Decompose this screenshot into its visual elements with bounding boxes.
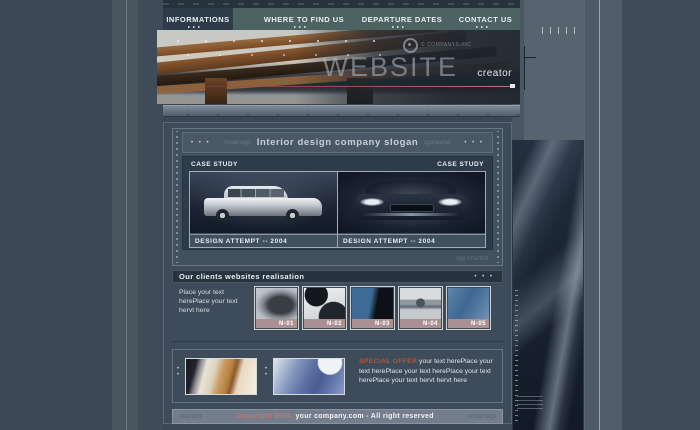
tick-marks-decoration <box>542 27 580 34</box>
slogan-bar: • • • rnuarnags Interior design company … <box>182 132 493 153</box>
nav-top-strip <box>163 0 520 8</box>
car-wheel-shape <box>216 209 229 222</box>
copyright-year: Copyright 2004, <box>236 413 293 420</box>
car-window-shape <box>228 189 284 197</box>
right-background-band-4 <box>600 0 622 430</box>
right-background-band-3 <box>585 0 599 430</box>
suv-car-image <box>190 172 337 233</box>
thumbnail-label: N-02 <box>304 319 345 328</box>
rivet-dots-decoration <box>177 40 397 42</box>
dots-decoration: • • <box>265 366 267 378</box>
thumbnail-label: N-01 <box>256 319 297 328</box>
thumbnail-label: N-05 <box>448 319 489 328</box>
decorative-microtext: wrnarnags <box>462 414 502 420</box>
left-vertical-line <box>126 0 127 430</box>
car-bumper-shape <box>362 213 460 216</box>
clients-placeholder-text: Place your text herePlace your text herv… <box>179 288 251 315</box>
measure-line-vertical <box>524 46 525 90</box>
car-front-image <box>338 172 485 233</box>
thumbnail-image <box>448 288 489 319</box>
client-thumbnail-4[interactable]: N-04 <box>398 286 443 330</box>
case-study-image-right[interactable]: DESIGN ATTEMPT -- 2004 <box>337 171 486 248</box>
header-rail-bar <box>163 105 520 117</box>
sidebar-photo-microtext <box>517 396 543 410</box>
nav-tab-informations[interactable]: INFORMATIONS <box>163 8 233 30</box>
client-thumbnail-3[interactable]: N-03 <box>350 286 395 330</box>
thumbnail-image <box>352 288 393 319</box>
pillar-decoration <box>205 78 227 104</box>
clients-thumbnails-row: Place your text herePlace your text herv… <box>172 285 503 335</box>
special-offer-section: • • • • SPECIAL OFFER your text herePlac… <box>172 349 503 403</box>
header-banner-image: © COMPANYS.INC WEBSITE creator <box>157 30 520 104</box>
offer-photo-handshake[interactable] <box>185 358 257 395</box>
thumbnail-label: N-04 <box>400 319 441 328</box>
thumbnail-label: N-03 <box>352 319 393 328</box>
header-accent-line <box>165 86 510 87</box>
car-headlight-shape <box>438 198 462 206</box>
client-thumbnail-1[interactable]: N-01 <box>254 286 299 330</box>
copyright-text: Copyright 2004, your company.com - All r… <box>236 413 434 420</box>
dots-decoration: • • <box>177 366 179 378</box>
client-thumbnail-2[interactable]: N-02 <box>302 286 347 330</box>
decorative-microtext: rga rrnarfrst <box>457 256 488 262</box>
dots-decoration: • • • <box>191 140 211 146</box>
thumbnail-image <box>256 288 297 319</box>
nav-tab-contact-us[interactable]: CONTACT US <box>451 8 520 30</box>
dotted-border-left <box>174 131 180 263</box>
site-title: WEBSITE <box>322 52 458 83</box>
car-headlight-shape <box>360 198 384 206</box>
case-study-label: CASE STUDY <box>188 160 339 171</box>
page: INFORMATIONS WHERE TO FIND US DEPARTURE … <box>0 0 700 430</box>
decorative-microtext: rnuarnags <box>219 140 257 146</box>
case-study-caption: DESIGN ATTEMPT -- 2004 <box>338 234 485 247</box>
decorative-microtext: rnarnartr <box>173 414 208 420</box>
footer-bar: rnarnartr Copyright 2004, your company.c… <box>172 409 503 424</box>
thumbnail-image <box>400 288 441 319</box>
main-navigation: INFORMATIONS WHERE TO FIND US DEPARTURE … <box>163 8 520 30</box>
sidebar-photo <box>512 140 584 430</box>
site-subtitle: creator <box>477 68 512 79</box>
dotted-border-right <box>495 131 501 263</box>
left-background-band <box>112 0 138 430</box>
company-logo-dot <box>408 43 411 46</box>
case-study-caption: DESIGN ATTEMPT -- 2004 <box>190 234 337 247</box>
client-thumbnail-5[interactable]: N-05 <box>446 286 491 330</box>
offer-photo-person[interactable] <box>273 358 345 395</box>
dots-decoration: • • • <box>464 140 484 146</box>
content-panel: • • • rnuarnags Interior design company … <box>163 122 512 424</box>
section-divider <box>172 341 503 342</box>
arrow-icon <box>510 84 515 88</box>
thumbnail-image <box>304 288 345 319</box>
copyright-company: your company.com - All right reserved <box>293 413 434 420</box>
decorative-microtext: tgcrraanw <box>418 140 456 146</box>
special-offer-label: SPECIAL OFFER <box>359 358 417 365</box>
nav-tab-where-to-find-us[interactable]: WHERE TO FIND US <box>249 8 359 30</box>
dots-decoration: • • • <box>474 274 502 280</box>
clients-section-header: Our clients websites realisation • • • <box>172 270 503 283</box>
car-grille-shape <box>390 204 434 212</box>
case-study-image-left[interactable]: DESIGN ATTEMPT -- 2004 <box>189 171 338 248</box>
case-study-left: CASE STUDY DESIGN ATTEMPT -- 2004 <box>188 160 339 248</box>
company-logo-text: © COMPANYS.INC <box>421 42 471 48</box>
slogan-section: • • • rnuarnags Interior design company … <box>172 128 503 266</box>
case-study-panel: CASE STUDY DESIGN ATTEMPT -- 2004 C <box>182 156 493 250</box>
right-background-band-5 <box>622 0 700 430</box>
car-roof-shape <box>366 180 456 194</box>
case-study-right: CASE STUDY DESIGN ATTEMPT -- 2004 <box>336 160 487 248</box>
clients-section-title: Our clients websites realisation <box>173 272 474 281</box>
slogan-title: Interior design company slogan <box>257 137 419 148</box>
offer-text-block: SPECIAL OFFER your text herePlace your t… <box>359 357 497 386</box>
nav-tab-departure-dates[interactable]: DEPARTURE DATES <box>359 8 445 30</box>
car-wheel-shape <box>286 209 299 222</box>
case-study-label: CASE STUDY <box>336 160 487 171</box>
measure-line-horizontal <box>525 57 536 58</box>
